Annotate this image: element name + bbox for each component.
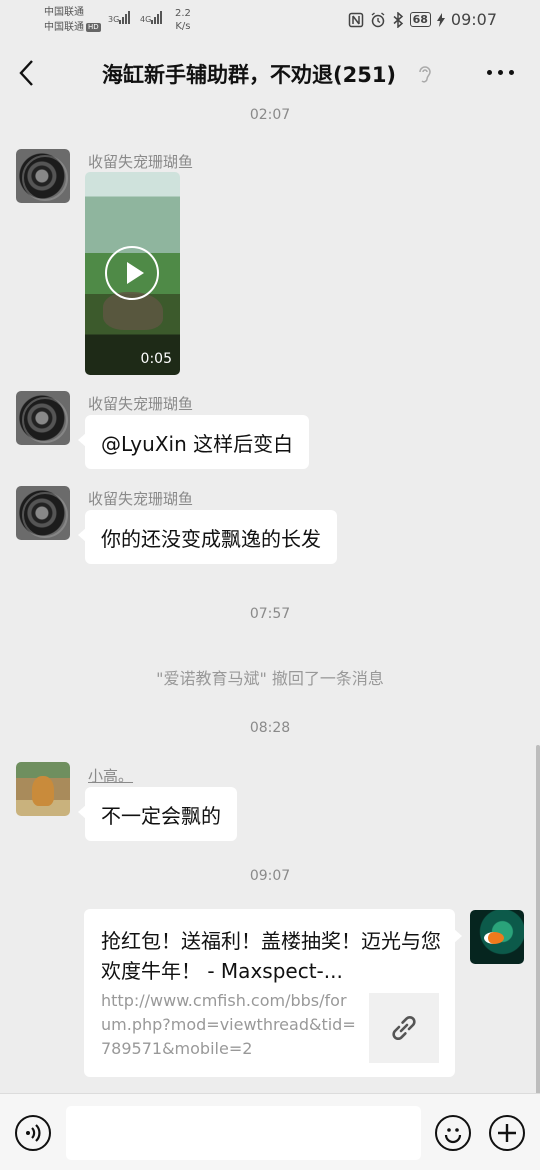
avatar[interactable] xyxy=(16,486,70,540)
timestamp: 02:07 xyxy=(249,107,291,123)
play-icon[interactable] xyxy=(105,246,159,300)
sender-name: 收留失宠珊瑚鱼 xyxy=(88,153,194,171)
battery-icon: 68 xyxy=(409,12,431,27)
emoji-icon xyxy=(444,1128,462,1144)
plus-icon xyxy=(498,1124,516,1142)
hd-badge: HD xyxy=(86,22,101,32)
link-title: 抢红包！送福利！盖楼抽奖！迈光与您欢度牛年！ - Maxspect-... xyxy=(101,929,441,983)
signal-1-icon: 3G xyxy=(108,11,131,24)
input-bar xyxy=(0,1093,540,1170)
more-icon[interactable] xyxy=(487,70,514,75)
voice-icon xyxy=(26,1124,41,1142)
net-speed: 2.2 K/s xyxy=(175,7,191,33)
back-icon[interactable] xyxy=(16,58,38,88)
scrollbar[interactable] xyxy=(536,745,540,1095)
message-input[interactable] xyxy=(66,1106,421,1160)
avatar[interactable] xyxy=(16,149,70,203)
video-duration: 0:05 xyxy=(140,351,172,367)
signal-2-icon: 4G xyxy=(140,11,163,24)
plus-button[interactable] xyxy=(489,1115,525,1151)
sender-name: 收留失宠珊瑚鱼 xyxy=(88,395,194,413)
nav-bar: 海缸新手辅助群，不劝退(251) xyxy=(0,44,540,104)
sender-name[interactable]: 小高。 xyxy=(88,765,133,786)
recall-notice: "爱诺教育马斌" 撤回了一条消息 xyxy=(156,669,384,688)
earpiece-icon xyxy=(419,66,431,83)
link-icon xyxy=(392,1015,416,1041)
timestamp: 09:07 xyxy=(249,868,291,884)
avatar[interactable] xyxy=(16,762,70,816)
signal-2-label: 4G xyxy=(140,15,152,24)
link-url: http://www.cmfish.com/bbs/forum.php?mod=… xyxy=(101,991,356,1058)
message-bubble[interactable]: @LyuXin 这样后变白 xyxy=(77,415,310,469)
net-speed-value: 2.2 xyxy=(175,8,191,19)
link-thumbnail xyxy=(369,993,439,1063)
my-avatar[interactable] xyxy=(470,910,524,964)
link-card[interactable]: 抢红包！送福利！盖楼抽奖！迈光与您欢度牛年！ - Maxspect-... ht… xyxy=(84,909,462,1077)
carrier-2-label: 中国联通 xyxy=(44,22,84,33)
chat-title: 海缸新手辅助群，不劝退(251) xyxy=(102,63,397,87)
voice-button[interactable] xyxy=(15,1115,51,1151)
status-icons: 68 09:07 xyxy=(348,10,497,29)
timestamp: 08:28 xyxy=(249,720,291,736)
video-message[interactable]: 0:05 xyxy=(85,172,180,375)
timestamp: 07:57 xyxy=(249,606,291,622)
sender-name: 收留失宠珊瑚鱼 xyxy=(88,490,194,508)
net-speed-unit: K/s xyxy=(175,21,191,32)
carrier-2: 中国联通 HD xyxy=(44,22,101,34)
signal-1-label: 3G xyxy=(108,15,120,24)
status-bar: 中国联通 中国联通 HD 3G 4G 2.2 K/s 68 09:07 xyxy=(0,0,540,40)
avatar[interactable] xyxy=(16,391,70,445)
battery-level: 68 xyxy=(412,13,428,26)
clock: 09:07 xyxy=(450,10,497,29)
carrier-1: 中国联通 xyxy=(44,7,84,18)
bluetooth-icon xyxy=(393,11,403,28)
message-bubble[interactable]: 你的还没变成飘逸的长发 xyxy=(78,510,337,564)
alarm-icon xyxy=(371,11,385,27)
nfc-icon xyxy=(348,12,363,27)
message-bubble[interactable]: 不一定会飘的 xyxy=(78,787,237,841)
charging-icon xyxy=(436,12,445,27)
emoji-button[interactable] xyxy=(435,1115,471,1151)
